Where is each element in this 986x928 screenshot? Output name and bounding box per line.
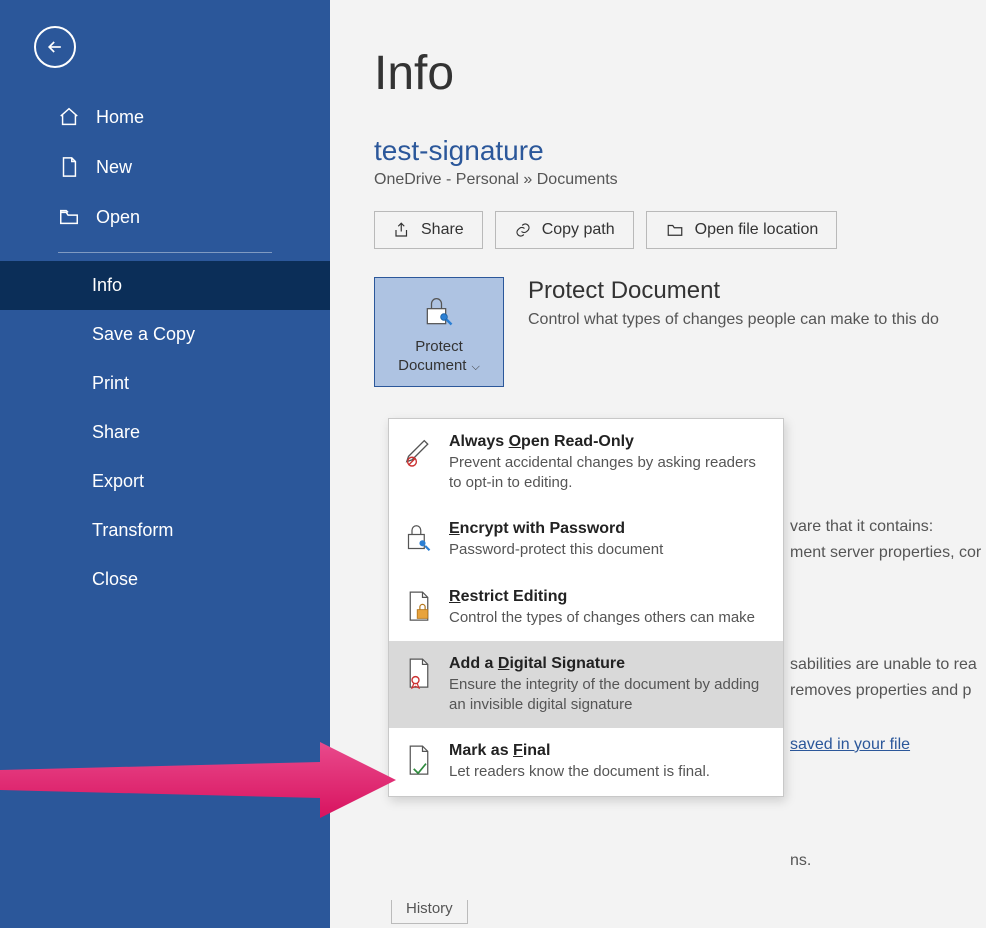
nav-label: Info [92, 275, 122, 296]
protect-document-menu: Always Open Read-Only Prevent accidental… [388, 418, 784, 797]
menu-item-desc: Password-protect this document [449, 540, 663, 560]
history-label: History [391, 900, 468, 924]
nav-list: Home New Open Info Save a Copy Print Sha… [0, 92, 330, 604]
document-title[interactable]: test-signature [374, 135, 986, 167]
back-button[interactable] [34, 26, 76, 68]
folder-open-icon [58, 206, 80, 228]
pencil-no-icon [405, 435, 433, 469]
bg-text: ment server properties, cor [790, 544, 981, 562]
document-lock-icon [405, 590, 433, 624]
document-ribbon-icon [405, 657, 433, 691]
protect-section-text: Protect Document Control what types of c… [528, 277, 939, 329]
menu-restrict-editing[interactable]: Restrict Editing Control the types of ch… [389, 574, 783, 642]
menu-item-desc: Ensure the integrity of the document by … [449, 675, 765, 714]
document-icon [58, 156, 80, 178]
nav-transform[interactable]: Transform [0, 506, 330, 555]
menu-add-digital-signature[interactable]: Add a Digital Signature Ensure the integ… [389, 641, 783, 728]
menu-item-title: Restrict Editing [449, 588, 755, 606]
menu-item-title: Mark as Final [449, 742, 710, 760]
menu-item-title: Encrypt with Password [449, 520, 663, 538]
menu-item-desc: Control the types of changes others can … [449, 608, 755, 628]
menu-item-title: Add a Digital Signature [449, 655, 765, 673]
menu-mark-as-final[interactable]: Mark as Final Let readers know the docum… [389, 728, 783, 796]
nav-label: Close [92, 569, 138, 590]
nav-label: Share [92, 422, 140, 443]
action-row: Share Copy path Open file location [374, 211, 986, 249]
lock-key-icon [419, 292, 459, 332]
action-label: Copy path [542, 221, 615, 239]
nav-label: Print [92, 373, 129, 394]
nav-open[interactable]: Open [0, 192, 330, 242]
nav-save-copy[interactable]: Save a Copy [0, 310, 330, 359]
menu-item-desc: Let readers know the document is final. [449, 762, 710, 782]
menu-always-open-read-only[interactable]: Always Open Read-Only Prevent accidental… [389, 419, 783, 506]
bg-text: vare that it contains: [790, 518, 933, 536]
protect-button-label: Protect Document ⌵ [398, 338, 480, 376]
nav-info[interactable]: Info [0, 261, 330, 310]
bg-text: ns. [790, 852, 811, 870]
nav-label: Open [96, 207, 140, 228]
nav-close[interactable]: Close [0, 555, 330, 604]
open-file-location-button[interactable]: Open file location [646, 211, 838, 249]
bg-text: removes properties and p [790, 682, 971, 700]
share-icon [393, 221, 411, 239]
nav-label: New [96, 157, 132, 178]
folder-icon [665, 221, 685, 239]
bg-link[interactable]: saved in your file [790, 736, 910, 754]
lock-key-icon [405, 522, 433, 554]
action-label: Open file location [695, 221, 819, 239]
copy-path-button[interactable]: Copy path [495, 211, 634, 249]
bg-text: sabilities are unable to rea [790, 656, 977, 674]
document-check-icon [405, 744, 433, 778]
action-label: Share [421, 221, 464, 239]
breadcrumb[interactable]: OneDrive - Personal » Documents [374, 171, 986, 189]
menu-item-desc: Prevent accidental changes by asking rea… [449, 453, 765, 492]
nav-label: Home [96, 107, 144, 128]
arrow-left-icon [45, 37, 65, 57]
section-description: Control what types of changes people can… [528, 311, 939, 329]
protect-document-button[interactable]: Protect Document ⌵ [374, 277, 504, 387]
menu-item-title: Always Open Read-Only [449, 433, 765, 451]
menu-encrypt-with-password[interactable]: Encrypt with Password Password-protect t… [389, 506, 783, 574]
chevron-down-icon: ⌵ [468, 361, 479, 373]
nav-new[interactable]: New [0, 142, 330, 192]
nav-export[interactable]: Export [0, 457, 330, 506]
link-icon [514, 221, 532, 239]
page-title: Info [374, 46, 986, 101]
nav-home[interactable]: Home [0, 92, 330, 142]
nav-divider [58, 252, 272, 253]
section-heading: Protect Document [528, 277, 939, 305]
protect-section: Protect Document ⌵ Protect Document Cont… [374, 277, 986, 387]
nav-label: Export [92, 471, 144, 492]
nav-share[interactable]: Share [0, 408, 330, 457]
nav-print[interactable]: Print [0, 359, 330, 408]
home-icon [58, 106, 80, 128]
nav-label: Save a Copy [92, 324, 195, 345]
backstage-sidebar: Home New Open Info Save a Copy Print Sha… [0, 0, 330, 928]
share-button[interactable]: Share [374, 211, 483, 249]
nav-label: Transform [92, 520, 173, 541]
